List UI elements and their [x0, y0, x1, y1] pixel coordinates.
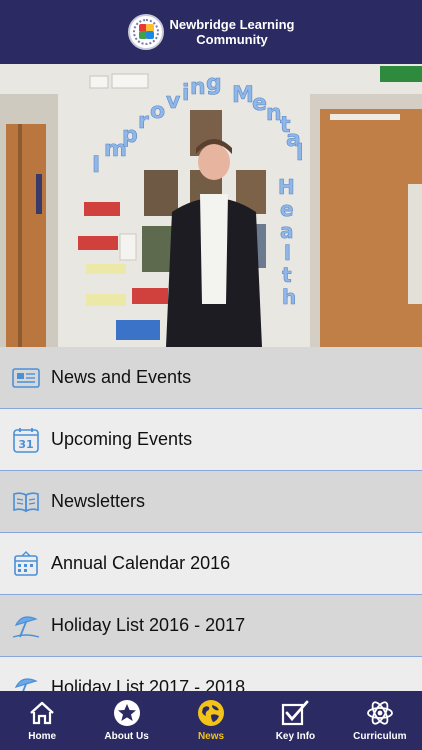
menu-item-label: Upcoming Events — [51, 429, 193, 449]
menu-item-label: Annual Calendar 2016 — [51, 553, 231, 573]
wall-letter: r — [138, 109, 149, 134]
bottom-tab-bar: Home About Us News Key Info Curriculum — [0, 691, 422, 750]
hero-illustration: I m p r o v i n g M e n t a l H e a l t … — [0, 64, 422, 347]
tab-about-us[interactable]: About Us — [84, 691, 168, 750]
wall-letter: e — [252, 91, 267, 116]
app-title-line1: Newbridge Learning — [169, 17, 295, 32]
wall-letter: e — [280, 197, 294, 221]
tab-news[interactable]: News — [169, 691, 253, 750]
wall-letter: M — [232, 83, 254, 108]
school-logo-icon — [127, 14, 164, 50]
tab-key-info[interactable]: Key Info — [253, 691, 337, 750]
app-header: Newbridge Learning Community — [0, 0, 422, 64]
app-title-line2: Community — [196, 32, 268, 47]
calendar-31-icon: 31 — [11, 425, 41, 455]
menu-item-label: Holiday List 2017 - 2018 — [51, 677, 246, 691]
wall-letter: l — [296, 141, 304, 166]
wall-letter: l — [284, 241, 291, 265]
wall-letter: n — [190, 75, 206, 100]
checkbox-icon — [281, 699, 309, 727]
tab-label: About Us — [104, 731, 149, 742]
menu-item-news-and-events[interactable]: News and Events — [0, 347, 422, 409]
tab-label: News — [197, 731, 225, 742]
wall-letter: p — [122, 123, 138, 148]
menu-item-label: Holiday List 2016 - 2017 — [51, 615, 246, 635]
wall-letter: i — [182, 81, 190, 106]
calendar-day-number: 31 — [18, 438, 33, 451]
menu-item-label: News and Events — [51, 367, 192, 387]
menu-item-holiday-list-2016[interactable]: Holiday List 2016 - 2017 — [0, 595, 422, 657]
home-icon — [28, 699, 56, 727]
wall-letter: g — [206, 71, 222, 96]
wall-letter: t — [282, 263, 292, 287]
menu-item-newsletters[interactable]: Newsletters — [0, 471, 422, 533]
hero-photo: I m p r o v i n g M e n t a l H e a l t … — [0, 64, 422, 347]
menu-item-holiday-list-2017[interactable]: Holiday List 2017 - 2018 — [0, 657, 422, 691]
tab-home[interactable]: Home — [0, 691, 84, 750]
wall-letter: a — [280, 219, 294, 243]
app-title: Newbridge Learning Community — [170, 17, 295, 47]
wall-letter: h — [282, 285, 296, 309]
menu-list: News and Events 31 Upcoming Events Newsl… — [0, 347, 422, 691]
wall-letter: H — [278, 175, 295, 199]
open-book-icon — [11, 487, 41, 517]
beach-umbrella-icon — [11, 611, 41, 641]
globe-icon — [197, 699, 225, 727]
tab-label: Curriculum — [353, 731, 407, 742]
star-icon — [113, 699, 141, 727]
beach-umbrella-icon — [11, 673, 41, 691]
wall-calendar-icon — [11, 549, 41, 579]
menu-item-label: Newsletters — [51, 491, 146, 511]
wall-letter: o — [150, 99, 165, 124]
tab-label: Home — [28, 731, 57, 742]
wall-letter: I — [92, 153, 100, 178]
tab-label: Key Info — [275, 731, 316, 742]
atom-icon — [366, 699, 394, 727]
wall-letter: v — [166, 89, 181, 114]
menu-item-upcoming-events[interactable]: 31 Upcoming Events — [0, 409, 422, 471]
newspaper-icon — [11, 363, 41, 393]
menu-item-annual-calendar[interactable]: Annual Calendar 2016 — [0, 533, 422, 595]
tab-curriculum[interactable]: Curriculum — [338, 691, 422, 750]
